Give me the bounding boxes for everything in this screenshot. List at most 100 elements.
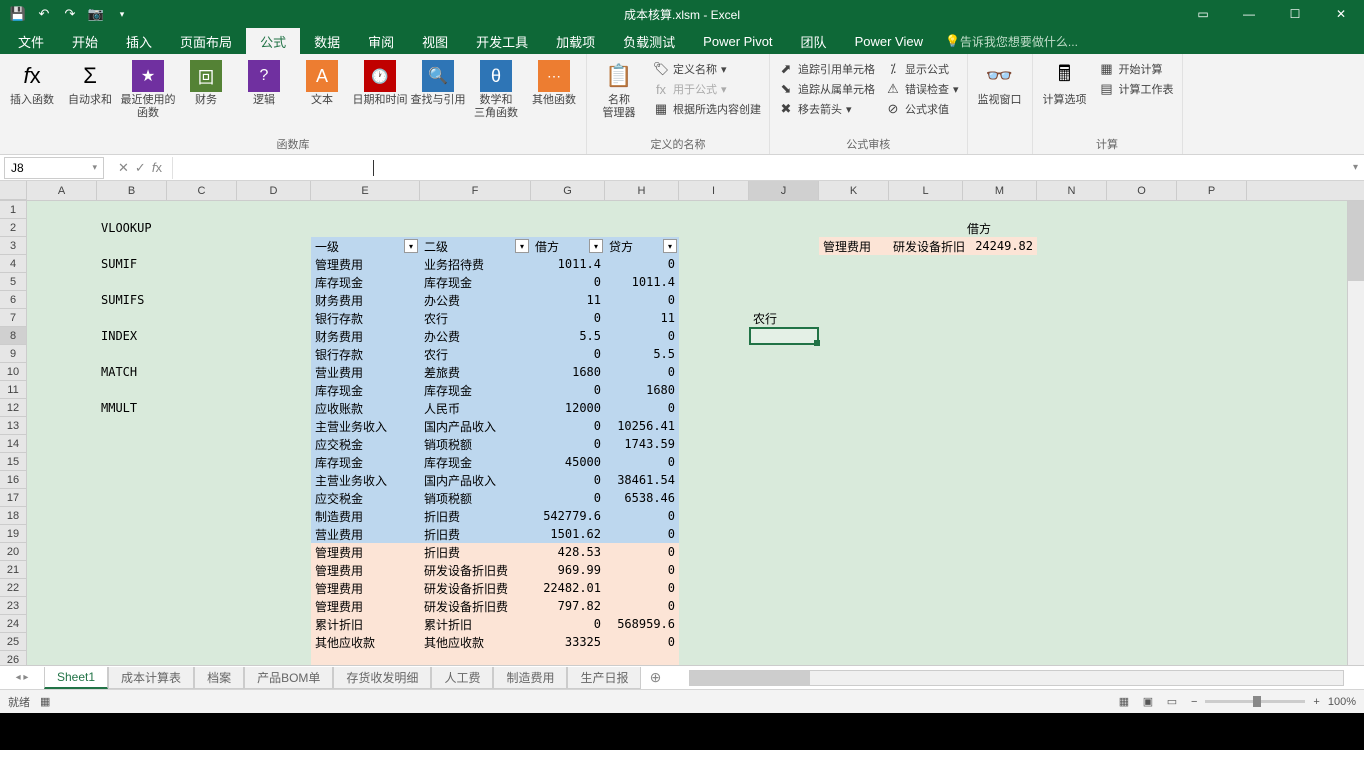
col-header-I[interactable]: I	[679, 181, 749, 200]
recent-functions-button[interactable]: ★最近使用的 函数	[120, 56, 176, 120]
data-cell[interactable]: 0	[605, 561, 679, 579]
data-cell[interactable]: 销项税额	[420, 489, 531, 507]
col-header-O[interactable]: O	[1107, 181, 1177, 200]
sheet-tab-4[interactable]: 存货收发明细	[333, 667, 431, 689]
row-header-9[interactable]: 9	[0, 345, 27, 363]
data-cell[interactable]: 销项税额	[420, 435, 531, 453]
data-cell[interactable]: 0	[531, 381, 605, 399]
expand-formula-bar-icon[interactable]: ▾	[1347, 162, 1364, 173]
tab-powerpivot[interactable]: Power Pivot	[689, 28, 786, 54]
evaluate-formula-button[interactable]: ⊘公式求值	[881, 100, 963, 118]
data-cell[interactable]: 管理费用	[311, 561, 420, 579]
sheet-nav-buttons[interactable]: ◂ ▸	[0, 672, 44, 683]
trace-dependents-button[interactable]: ⬊追踪从属单元格	[774, 80, 879, 98]
hscroll-thumb[interactable]	[690, 671, 810, 685]
enter-icon[interactable]: ✓	[135, 160, 146, 176]
data-cell[interactable]: 0	[605, 363, 679, 381]
row-header-3[interactable]: 3	[0, 237, 27, 255]
data-cell[interactable]: 1011.4	[605, 273, 679, 291]
camera-icon[interactable]: 📷	[84, 2, 108, 26]
tab-insert[interactable]: 插入	[112, 28, 166, 54]
data-cell[interactable]: 农行	[420, 345, 531, 363]
select-all-corner[interactable]	[0, 181, 27, 200]
save-icon[interactable]: 💾	[6, 2, 30, 26]
side-amount[interactable]: 24249.82	[963, 237, 1037, 255]
col-header-B[interactable]: B	[97, 181, 167, 200]
data-cell[interactable]: 主营业务收入	[311, 471, 420, 489]
close-icon[interactable]: ✕	[1318, 0, 1364, 28]
data-cell[interactable]: 研发设备折旧费	[420, 597, 531, 615]
data-cell[interactable]: 0	[605, 399, 679, 417]
cells-area[interactable]: VLOOKUPSUMIFSUMIFSINDEXMATCHMMULT一级二级借方贷…	[27, 201, 1364, 665]
data-cell[interactable]: 0	[531, 273, 605, 291]
sheet-tab-2[interactable]: 档案	[194, 667, 244, 689]
data-cell[interactable]: 5.5	[531, 327, 605, 345]
data-cell[interactable]: 0	[605, 543, 679, 561]
col-header-M[interactable]: M	[963, 181, 1037, 200]
autosum-button[interactable]: Σ自动求和	[62, 56, 118, 107]
add-sheet-button[interactable]: ⊕	[641, 669, 669, 686]
view-page-break-icon[interactable]: ▭	[1161, 693, 1183, 711]
data-cell[interactable]: 折旧费	[420, 543, 531, 561]
function-name-cell[interactable]: SUMIF	[97, 255, 167, 273]
create-from-selection-button[interactable]: ▦根据所选内容创建	[649, 100, 765, 118]
row-header-11[interactable]: 11	[0, 381, 27, 399]
zoom-in-icon[interactable]: +	[1313, 696, 1319, 708]
data-cell[interactable]: 969.99	[531, 561, 605, 579]
tab-file[interactable]: 文件	[4, 28, 58, 54]
use-formula-button[interactable]: fx用于公式 ▾	[649, 80, 765, 98]
view-page-layout-icon[interactable]: ▣	[1137, 693, 1159, 711]
data-cell[interactable]: 库存现金	[311, 381, 420, 399]
data-cell[interactable]: 其他应收款	[420, 633, 531, 651]
filter-arrow-G[interactable]: ▾	[589, 239, 603, 253]
sheet-tab-7[interactable]: 生产日报	[567, 667, 641, 689]
calc-now-button[interactable]: ▦开始计算	[1095, 60, 1178, 78]
function-name-cell[interactable]: MMULT	[97, 399, 167, 417]
tab-layout[interactable]: 页面布局	[166, 28, 246, 54]
data-cell[interactable]: 国内产品收入	[420, 471, 531, 489]
data-cell[interactable]: 管理费用	[311, 597, 420, 615]
sheet-tab-3[interactable]: 产品BOM单	[244, 667, 333, 689]
row-header-20[interactable]: 20	[0, 543, 27, 561]
tab-review[interactable]: 审阅	[354, 28, 408, 54]
row-header-16[interactable]: 16	[0, 471, 27, 489]
data-cell[interactable]: 428.53	[531, 543, 605, 561]
name-manager-button[interactable]: 📋名称 管理器	[591, 56, 647, 120]
calc-sheet-button[interactable]: ▤计算工作表	[1095, 80, 1178, 98]
tab-data[interactable]: 数据	[300, 28, 354, 54]
data-cell[interactable]: 542779.6	[531, 507, 605, 525]
horizontal-scrollbar[interactable]	[689, 670, 1344, 686]
tab-home[interactable]: 开始	[58, 28, 112, 54]
data-cell[interactable]: 累计折旧	[420, 615, 531, 633]
row-header-7[interactable]: 7	[0, 309, 27, 327]
data-cell[interactable]: 应交税金	[311, 489, 420, 507]
row-header-5[interactable]: 5	[0, 273, 27, 291]
undo-icon[interactable]: ↶	[32, 2, 56, 26]
col-header-F[interactable]: F	[420, 181, 531, 200]
col-header-H[interactable]: H	[605, 181, 679, 200]
data-cell[interactable]: 折旧费	[420, 507, 531, 525]
col-header-G[interactable]: G	[531, 181, 605, 200]
zoom-slider[interactable]	[1205, 700, 1305, 703]
data-cell[interactable]: 1680	[531, 363, 605, 381]
lookup-button[interactable]: 🔍查找与引用	[410, 56, 466, 107]
data-cell[interactable]: 0	[605, 633, 679, 651]
side-rd-depreciation[interactable]: 研发设备折旧	[889, 237, 963, 255]
define-name-button[interactable]: 🏷定义名称 ▾	[649, 60, 765, 78]
maximize-icon[interactable]: ☐	[1272, 0, 1318, 28]
side-header-debit[interactable]: 借方	[963, 219, 1037, 237]
data-cell[interactable]: 营业费用	[311, 525, 420, 543]
col-header-K[interactable]: K	[819, 181, 889, 200]
calc-options-button[interactable]: 🖩计算选项	[1037, 56, 1093, 107]
row-header-14[interactable]: 14	[0, 435, 27, 453]
data-cell[interactable]: 办公费	[420, 291, 531, 309]
sheet-tab-0[interactable]: Sheet1	[44, 667, 108, 689]
tab-developer[interactable]: 开发工具	[462, 28, 542, 54]
qat-dropdown-icon[interactable]: ▾	[110, 2, 134, 26]
data-cell[interactable]: 0	[531, 471, 605, 489]
text-button[interactable]: A文本	[294, 56, 350, 107]
data-cell[interactable]: 应交税金	[311, 435, 420, 453]
sheet-tab-6[interactable]: 制造费用	[493, 667, 567, 689]
row-header-4[interactable]: 4	[0, 255, 27, 273]
datetime-button[interactable]: 🕐日期和时间	[352, 56, 408, 107]
